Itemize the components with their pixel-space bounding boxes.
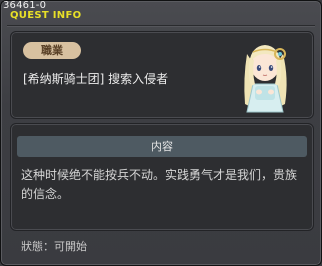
npc-portrait-icon bbox=[244, 45, 287, 113]
quest-info-window: 36461-0 QUEST INFO 職業 [希纳斯骑士团] 搜索入侵者 内容 … bbox=[0, 0, 322, 266]
quest-summary-panel: 職業 [希纳斯骑士团] 搜索入侵者 bbox=[10, 31, 314, 119]
quest-name: [希纳斯骑士团] 搜索入侵者 bbox=[23, 72, 169, 86]
title-divider bbox=[7, 25, 315, 26]
job-badge: 職業 bbox=[23, 42, 81, 59]
content-header: 内容 bbox=[17, 136, 307, 157]
quest-status: 狀態：可開始 bbox=[21, 240, 87, 253]
quest-content-panel: 内容 这种时候绝不能按兵不动。实践勇气才是我们，贵族的信念。 bbox=[10, 123, 314, 231]
content-text: 这种时候绝不能按兵不动。实践勇气才是我们，贵族的信念。 bbox=[21, 168, 298, 201]
window-title: QUEST INFO bbox=[10, 10, 82, 21]
